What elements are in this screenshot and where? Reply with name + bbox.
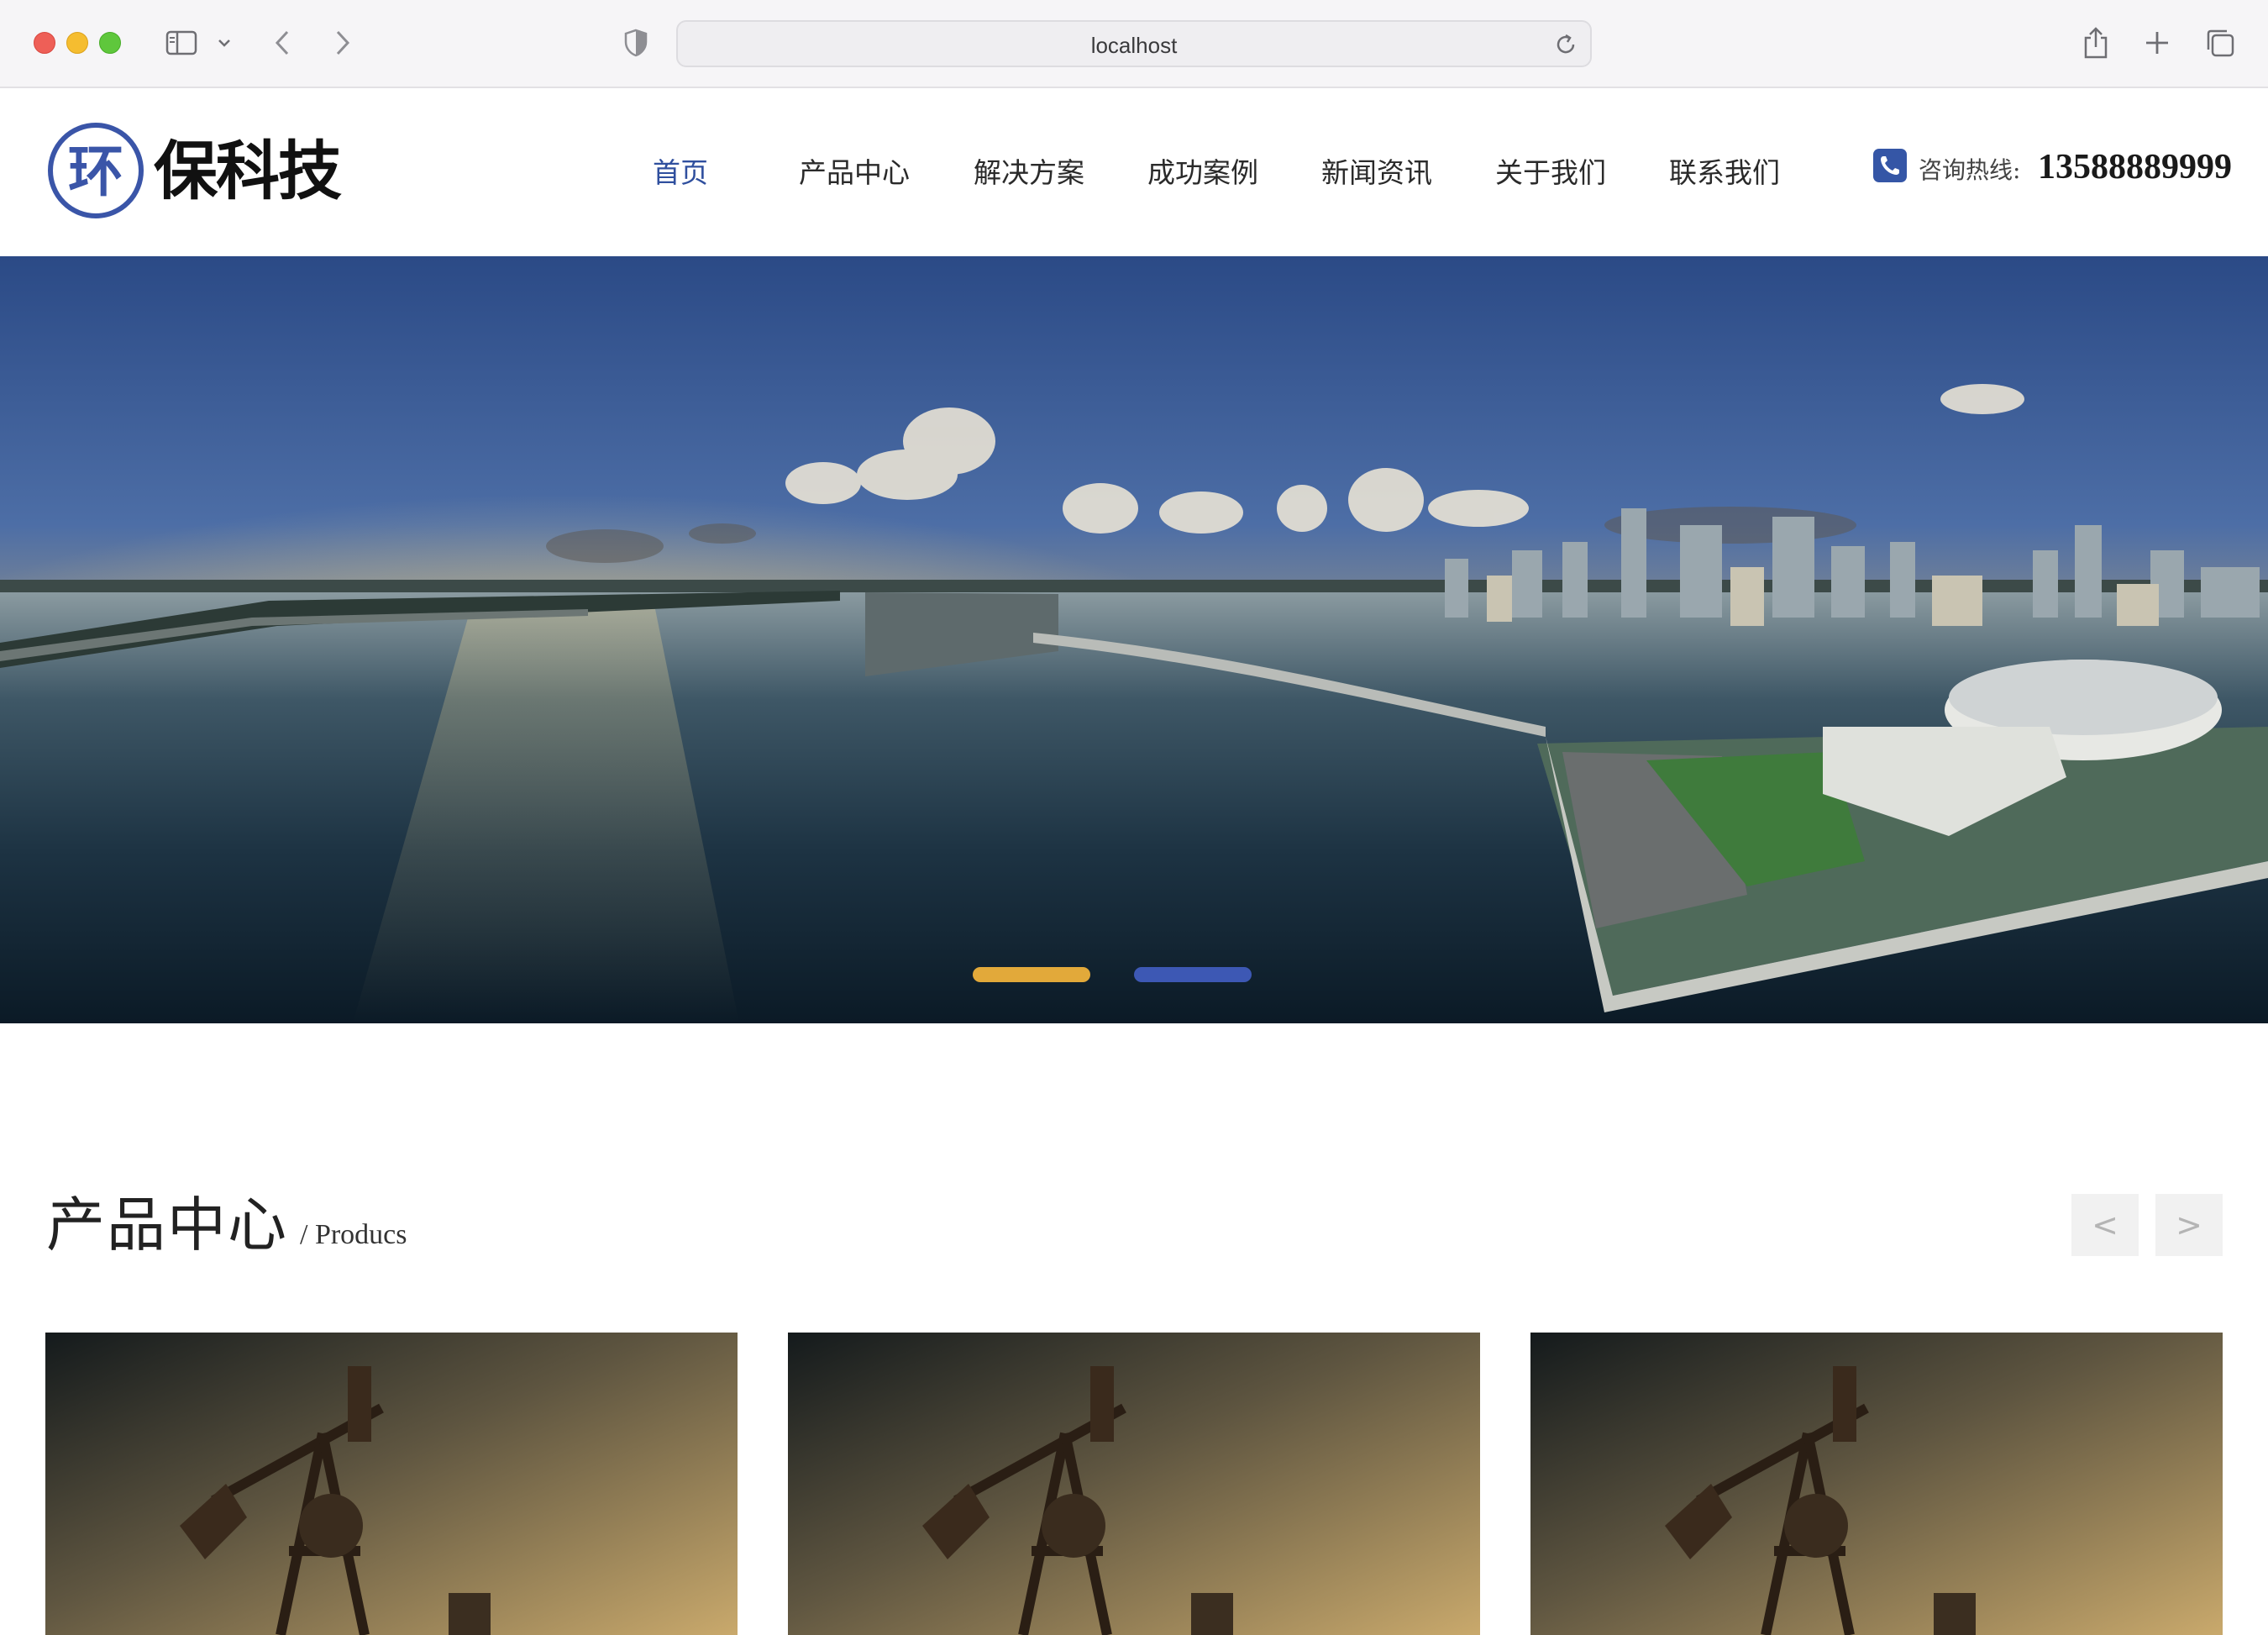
browser-toolbar: localhost bbox=[0, 0, 2268, 88]
carousel-dot-1[interactable] bbox=[973, 967, 1090, 982]
new-tab-button[interactable] bbox=[2140, 25, 2174, 60]
sidebar-menu-button[interactable] bbox=[213, 25, 235, 60]
nav-item-cases[interactable]: 成功案例 bbox=[1147, 152, 1258, 194]
nav-item-home[interactable]: 首页 bbox=[653, 152, 708, 194]
address-bar[interactable]: localhost bbox=[676, 20, 1592, 67]
nav-item-solutions[interactable]: 解决方案 bbox=[974, 152, 1084, 194]
tab-overview-button[interactable] bbox=[2202, 25, 2238, 60]
city-skyline-bay-panorama bbox=[0, 256, 2268, 1023]
url-text: localhost bbox=[1090, 33, 1178, 58]
chevron-down-icon bbox=[218, 39, 230, 47]
hero-banner[interactable] bbox=[0, 256, 2268, 1023]
carousel-dot-2[interactable] bbox=[1134, 967, 1252, 982]
hotline-number[interactable]: 13588889999 bbox=[2038, 144, 2232, 191]
nav-item-news[interactable]: 新闻资讯 bbox=[1321, 152, 1432, 194]
site-header: 环 保科技 首页 产品中心 解决方案 成功案例 新闻资讯 关于我们 联系我们 咨… bbox=[0, 88, 2268, 256]
nav-item-contact[interactable]: 联系我们 bbox=[1669, 152, 1780, 194]
zoom-window-button[interactable] bbox=[99, 32, 121, 54]
oil-pumpjack-sunset bbox=[45, 1333, 738, 1635]
logo-mark-char: 环 bbox=[68, 139, 123, 204]
products-section-subtitle: / Producs bbox=[300, 1219, 407, 1250]
products-next-button[interactable]: > bbox=[2155, 1194, 2223, 1256]
sidebar-icon bbox=[165, 30, 197, 55]
logo-mark[interactable]: 环 bbox=[47, 122, 144, 219]
oil-pumpjack-sunset bbox=[788, 1333, 1480, 1635]
hotline-label: 咨询热线: bbox=[1919, 156, 2021, 184]
phone-icon bbox=[1873, 149, 1907, 182]
minimize-window-button[interactable] bbox=[66, 32, 88, 54]
shield-icon bbox=[624, 29, 648, 57]
close-window-button[interactable] bbox=[34, 32, 55, 54]
nav-item-about[interactable]: 关于我们 bbox=[1495, 152, 1606, 194]
oil-pumpjack-sunset bbox=[1530, 1333, 2223, 1635]
plus-icon bbox=[2146, 32, 2168, 54]
products-section-title: 产品中心 bbox=[46, 1191, 288, 1259]
forward-button[interactable] bbox=[328, 25, 358, 60]
privacy-report-button[interactable] bbox=[622, 25, 650, 60]
back-button[interactable] bbox=[267, 25, 297, 60]
product-card[interactable] bbox=[45, 1333, 738, 1635]
product-card[interactable] bbox=[788, 1333, 1480, 1635]
nav-item-products[interactable]: 产品中心 bbox=[799, 152, 910, 194]
share-button[interactable] bbox=[2079, 25, 2113, 60]
share-icon bbox=[2084, 27, 2108, 59]
sidebar-toggle-button[interactable] bbox=[164, 25, 199, 60]
products-prev-button[interactable]: < bbox=[2071, 1194, 2139, 1256]
product-card[interactable] bbox=[1530, 1333, 2223, 1635]
back-arrow-icon bbox=[275, 30, 289, 55]
tabs-overview-icon bbox=[2207, 29, 2234, 57]
reload-icon[interactable] bbox=[1553, 32, 1578, 57]
forward-arrow-icon bbox=[336, 30, 350, 55]
logo-text[interactable]: 保科技 bbox=[154, 134, 342, 209]
